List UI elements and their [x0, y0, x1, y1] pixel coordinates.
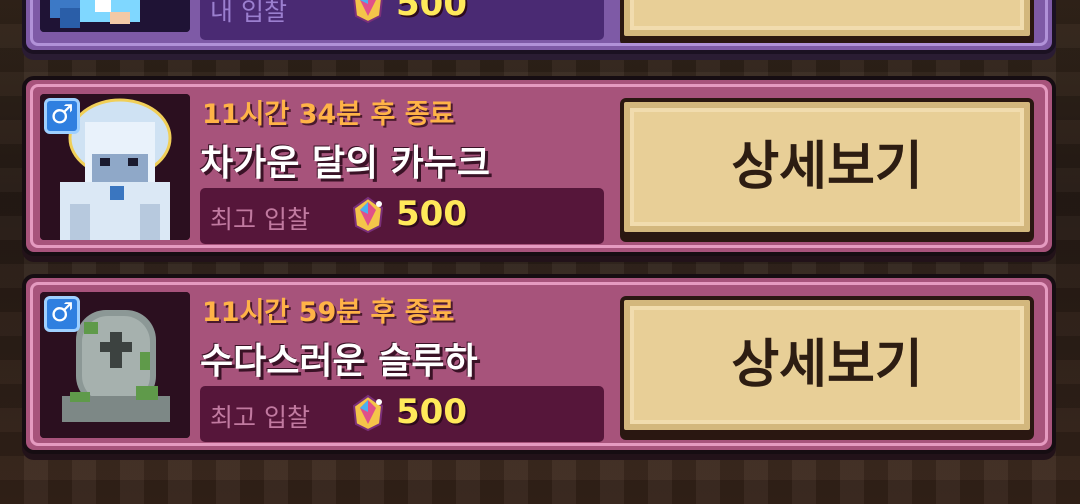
male-gender-icon: ♂	[44, 296, 80, 332]
bid-box: 최고 입찰 500	[200, 188, 604, 244]
bid-value: 500	[396, 194, 467, 234]
bid-box: 내 입찰 500	[200, 0, 604, 40]
auction-card: ♂ 11시간 59분 후 종료 수다스러운 슬루하 최고 입찰 500 상세보기	[22, 274, 1056, 454]
monster-portrait	[40, 0, 190, 32]
auction-card-previous: 내 입찰 500	[22, 0, 1056, 54]
monster-name: 수다스러운 슬루하	[200, 341, 478, 382]
detail-button[interactable]: 상세보기	[620, 296, 1034, 434]
bid-box: 최고 입찰 500	[200, 386, 604, 442]
time-remaining: 11시간 59분 후 종료	[202, 297, 455, 328]
male-gender-icon: ♂	[44, 98, 80, 134]
bid-label: 최고 입찰	[210, 205, 310, 234]
monster-sprite-icon	[40, 0, 190, 32]
monster-portrait: ♂	[40, 94, 190, 240]
monster-portrait: ♂	[40, 292, 190, 438]
bid-label: 내 입찰	[210, 0, 287, 26]
gem-icon	[353, 0, 383, 24]
bid-label: 최고 입찰	[210, 403, 310, 432]
bid-value: 500	[396, 0, 467, 24]
auction-card: ♂ 11시간 34분 후 종료 차가운 달의 카누크 최고 입찰 500 상세보…	[22, 76, 1056, 256]
time-remaining: 11시간 34분 후 종료	[202, 99, 455, 130]
detail-button[interactable]	[620, 0, 1034, 40]
monster-name: 차가운 달의 카누크	[200, 143, 491, 184]
gem-icon	[352, 196, 384, 234]
bid-value: 500	[396, 392, 467, 432]
gem-icon	[352, 394, 384, 432]
detail-button[interactable]: 상세보기	[620, 98, 1034, 236]
